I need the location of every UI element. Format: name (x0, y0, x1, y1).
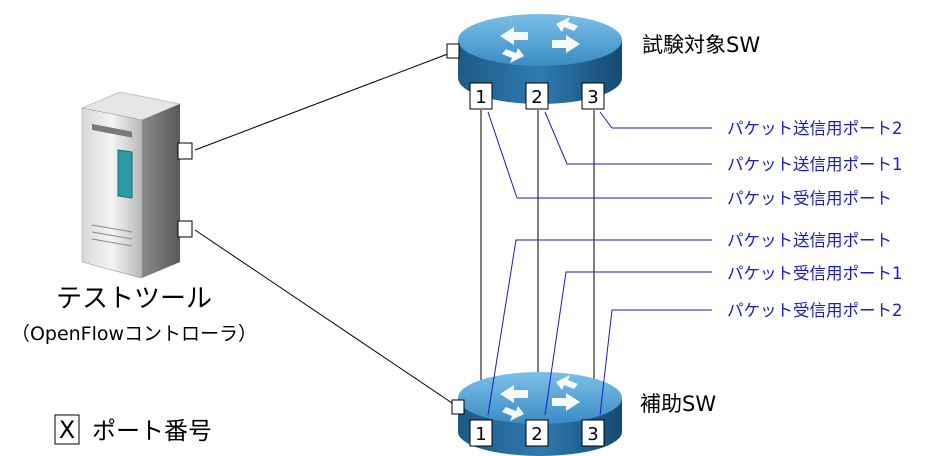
svg-text:1: 1 (475, 424, 486, 445)
aux-switch-label: 補助SW (640, 392, 716, 416)
aux-port-1: 1 (469, 419, 493, 447)
aux-port-2: 2 (525, 419, 549, 447)
legend-text: ポート番号 (92, 417, 212, 445)
annotation-aux-send: パケット送信用ポート (727, 231, 892, 250)
aux-switch-controller-port (451, 399, 465, 415)
svg-text:3: 3 (587, 424, 598, 445)
leader-target-1 (487, 111, 712, 199)
target-port-2: 2 (525, 82, 549, 110)
target-switch-label: 試験対象SW (642, 33, 760, 57)
svg-text:2: 2 (531, 87, 542, 108)
target-port-3: 3 (581, 82, 605, 110)
legend-symbol: X (59, 416, 75, 444)
leader-target-2 (544, 111, 712, 165)
annotation-aux-receive-2: パケット受信用ポート2 (727, 301, 903, 320)
tool-sublabel: （OpenFlowコントローラ） (11, 323, 257, 345)
svg-text:2: 2 (531, 424, 542, 445)
tool-port-bottom (177, 220, 193, 238)
legend: X ポート番号 (54, 414, 212, 445)
target-port-1: 1 (469, 82, 493, 110)
leader-target-3 (599, 111, 712, 129)
annotation-target-receive: パケット受信用ポート (727, 189, 892, 208)
annotation-target-send-2: パケット送信用ポート2 (727, 119, 903, 138)
aux-port-3: 3 (581, 419, 605, 447)
link-tool-aux (194, 229, 459, 408)
server-icon (81, 91, 181, 279)
svg-text:3: 3 (587, 87, 598, 108)
network-diagram: 1 2 3 1 2 3 パケット送信用ポート2 パケット送信用ポート1 パケット… (11, 14, 903, 456)
link-tool-target (194, 51, 454, 151)
target-switch-controller-port (446, 43, 460, 59)
svg-text:1: 1 (475, 87, 486, 108)
annotation-aux-receive-1: パケット受信用ポート1 (727, 264, 903, 283)
annotation-target-send-1: パケット送信用ポート1 (727, 155, 903, 174)
tool-port-top (177, 142, 193, 160)
tool-label: テストツール (56, 284, 212, 314)
